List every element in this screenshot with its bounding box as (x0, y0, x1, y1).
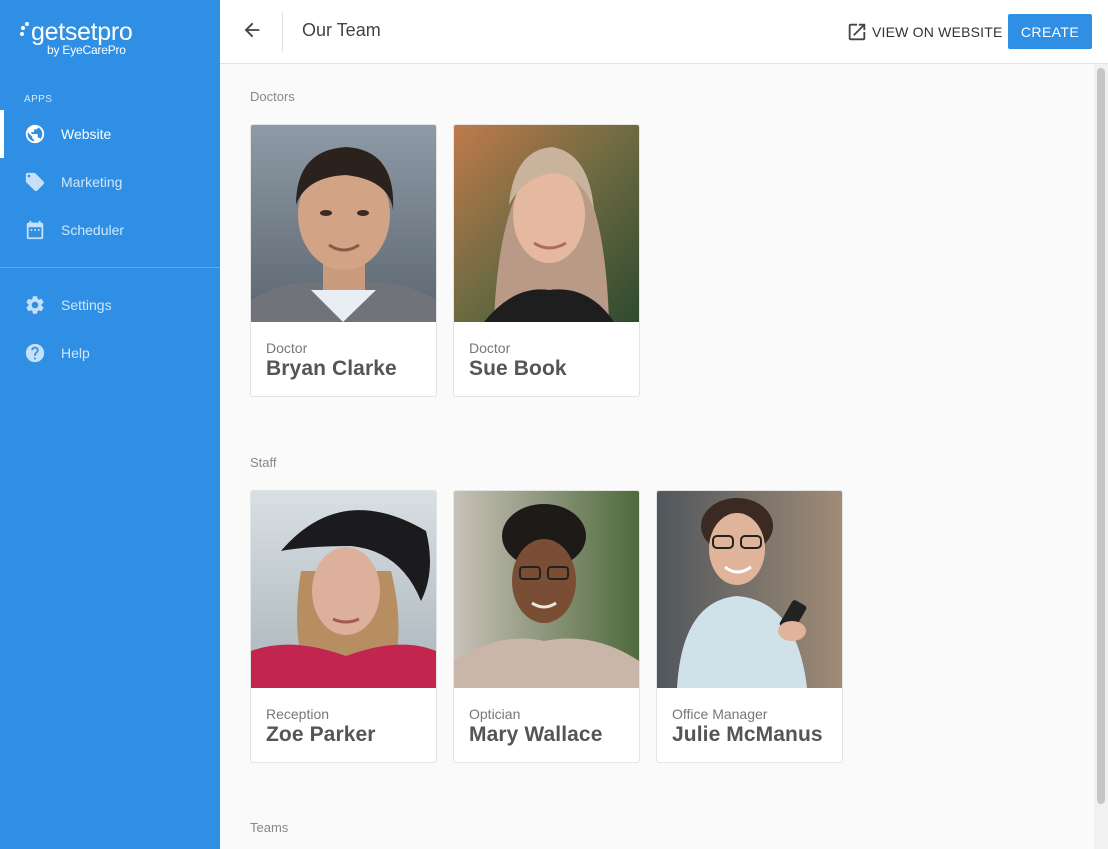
member-role: Doctor (266, 340, 308, 356)
calendar-icon (24, 219, 46, 241)
member-role: Office Manager (672, 706, 768, 722)
member-photo (251, 125, 436, 322)
member-name: Mary Wallace (469, 723, 603, 746)
team-member-card[interactable]: Doctor Bryan Clarke (250, 124, 437, 397)
sidebar-item-settings[interactable]: Settings (0, 281, 220, 329)
gear-icon (24, 294, 46, 316)
apps-section-label: APPS (24, 94, 53, 105)
group-label-teams: Teams (250, 820, 289, 835)
scrollbar[interactable] (1094, 64, 1108, 849)
sidebar-item-marketing[interactable]: Marketing (0, 158, 220, 206)
sidebar-divider (0, 267, 220, 268)
brand-name: getsetpro (31, 18, 133, 46)
member-photo (454, 491, 639, 688)
top-bar: Our Team VIEW ON WEBSITE CREATE (220, 0, 1108, 64)
member-photo (657, 491, 842, 688)
group-label-staff: Staff (250, 455, 277, 470)
create-button[interactable]: CREATE (1008, 14, 1092, 49)
member-name: Bryan Clarke (266, 357, 397, 380)
team-member-card[interactable]: Office Manager Julie McManus (656, 490, 843, 763)
sidebar-item-label: Help (61, 345, 90, 361)
back-button[interactable] (238, 18, 266, 46)
sidebar: getsetpro by EyeCarePro APPS Website Mar… (0, 0, 220, 849)
member-role: Optician (469, 706, 521, 722)
sidebar-item-help[interactable]: Help (0, 329, 220, 377)
brand-subtitle: by EyeCarePro (47, 43, 126, 57)
member-photo (454, 125, 639, 322)
open-in-new-icon (846, 21, 868, 43)
scrollbar-thumb[interactable] (1097, 68, 1105, 804)
sidebar-item-scheduler[interactable]: Scheduler (0, 206, 220, 254)
arrow-left-icon (241, 19, 263, 46)
member-name: Zoe Parker (266, 723, 376, 746)
team-member-card[interactable]: Doctor Sue Book (453, 124, 640, 397)
sidebar-item-website[interactable]: Website (0, 110, 220, 158)
member-role: Reception (266, 706, 330, 722)
member-photo (251, 491, 436, 688)
brand-logo[interactable]: getsetpro by EyeCarePro (20, 18, 133, 57)
globe-icon (24, 123, 46, 145)
team-content: Doctors Doctor Bryan Clarke Doctor Sue B… (220, 64, 1094, 849)
team-member-card[interactable]: Optician Mary Wallace (453, 490, 640, 763)
view-on-website-label: VIEW ON WEBSITE (872, 24, 1003, 40)
logo-dots-icon (20, 21, 30, 43)
help-icon (24, 342, 46, 364)
header-divider (282, 12, 283, 52)
member-name: Sue Book (469, 357, 567, 380)
app: getsetpro by EyeCarePro APPS Website Mar… (0, 0, 1108, 849)
page-title: Our Team (302, 20, 381, 40)
view-on-website-button[interactable]: VIEW ON WEBSITE (846, 20, 1003, 44)
sidebar-item-label: Settings (61, 297, 112, 313)
sidebar-item-label: Website (61, 126, 112, 142)
group-label-doctors: Doctors (250, 89, 295, 104)
member-role: Doctor (469, 340, 511, 356)
sidebar-item-label: Scheduler (61, 222, 125, 238)
sidebar-item-label: Marketing (61, 174, 123, 190)
team-member-card[interactable]: Reception Zoe Parker (250, 490, 437, 763)
member-name: Julie McManus (672, 723, 823, 746)
tag-icon (24, 171, 46, 193)
